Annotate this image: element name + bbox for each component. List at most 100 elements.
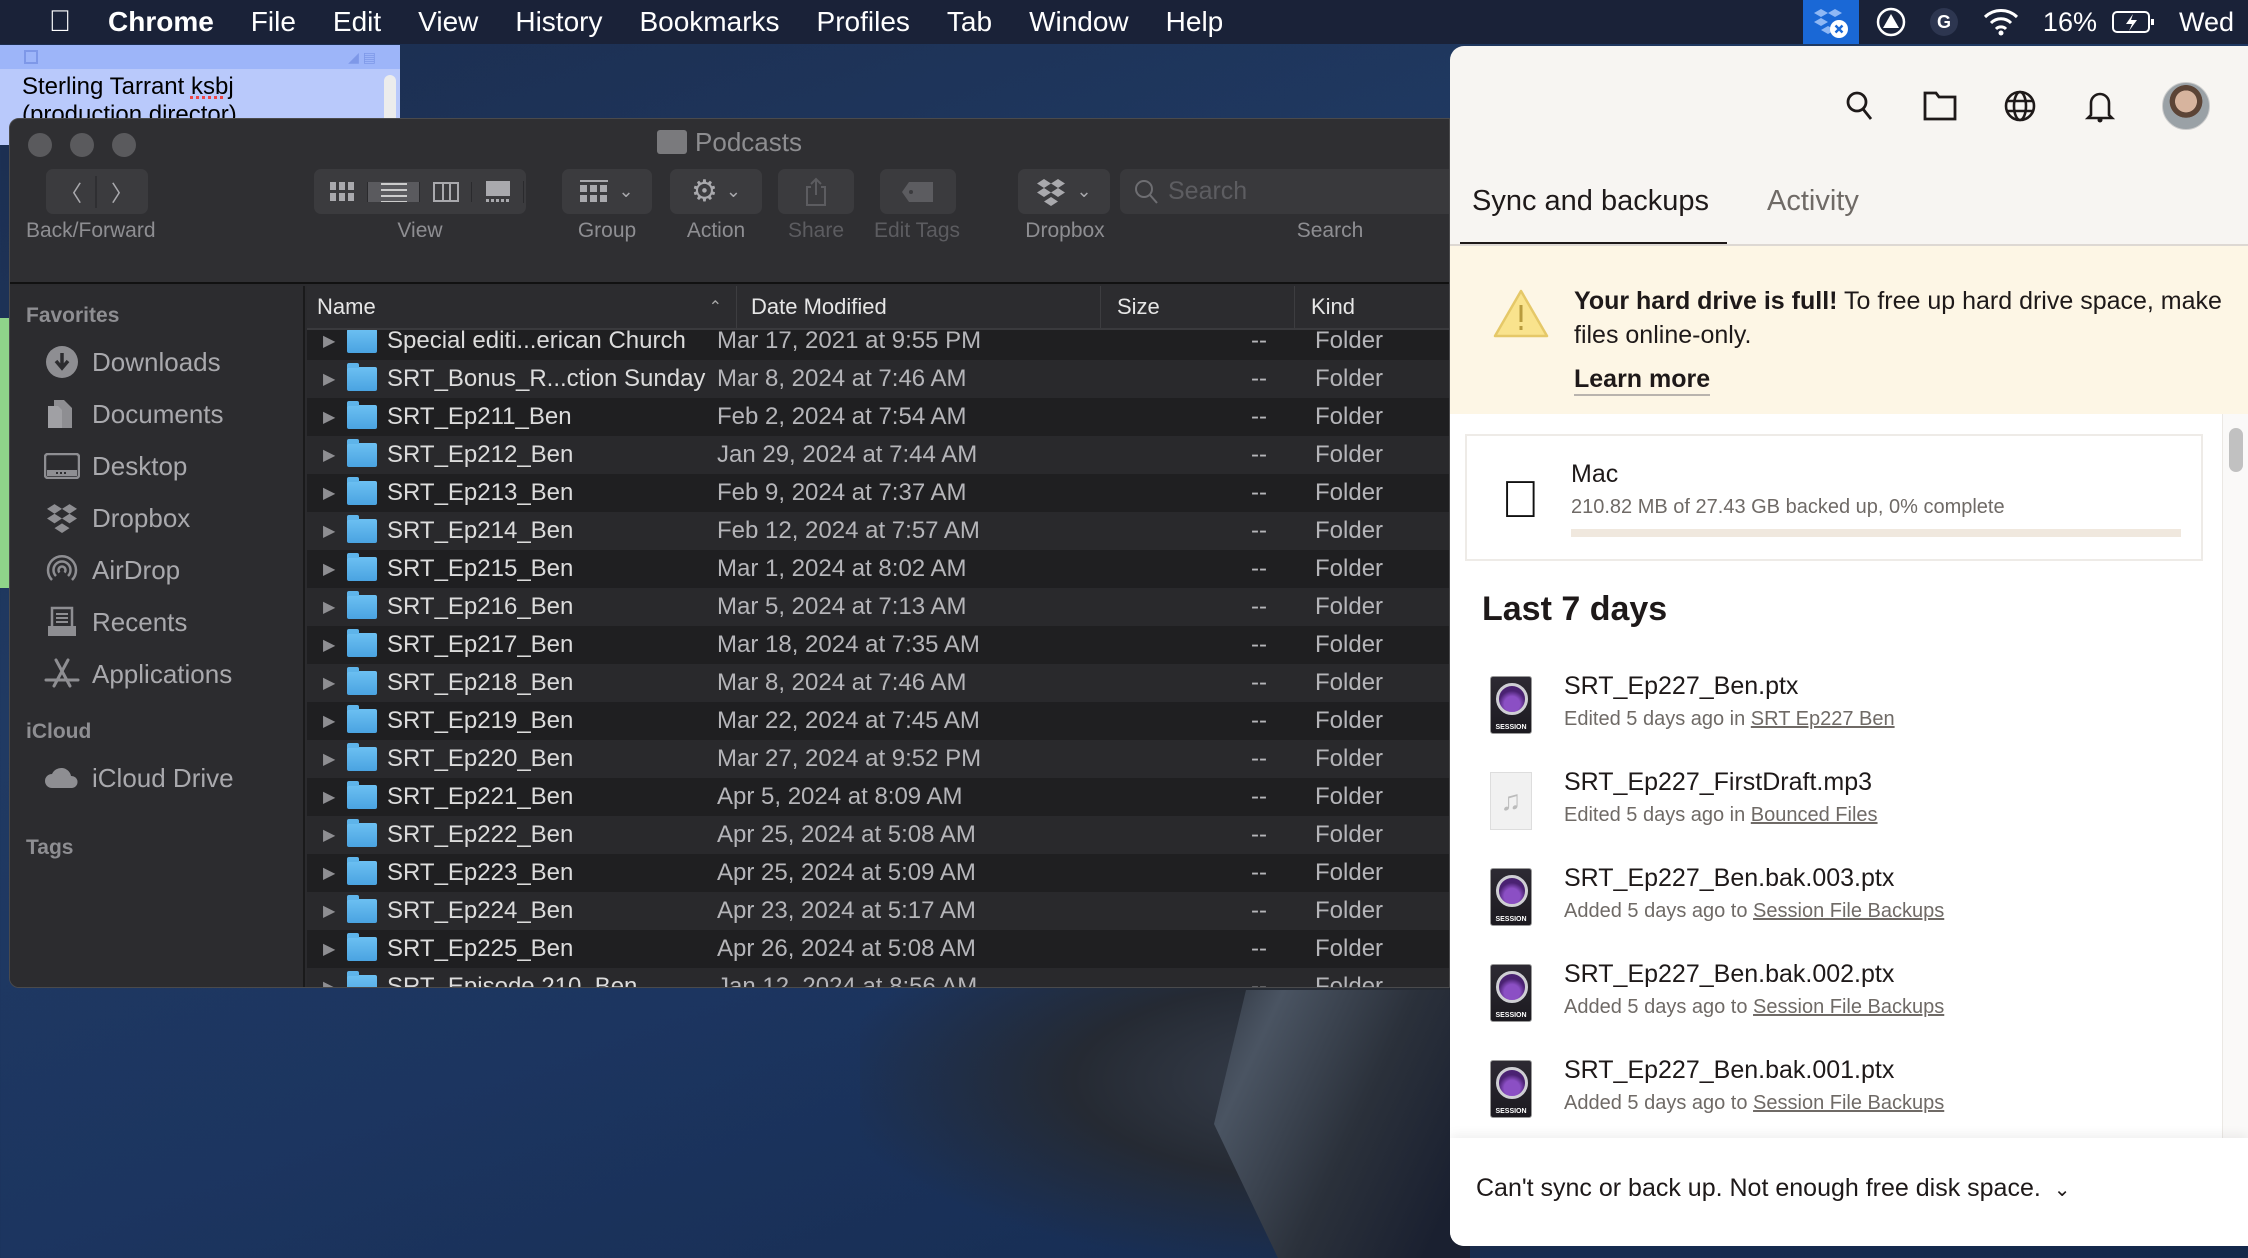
menu-bookmarks[interactable]: Bookmarks bbox=[639, 6, 779, 38]
action-button[interactable]: ⚙ ⌄ bbox=[670, 169, 762, 214]
activity-folder-link[interactable]: SRT Ep227 Ben bbox=[1751, 708, 1895, 730]
g-hub-icon[interactable]: G bbox=[1929, 7, 1959, 37]
disclosure-triangle-icon[interactable]: ▶ bbox=[307, 483, 347, 503]
file-row[interactable]: ▶ SRT_Ep211_Ben Feb 2, 2024 at 7:54 AM -- Fo… bbox=[307, 398, 1449, 436]
sidebar-item-dropbox[interactable]: Dropbox bbox=[10, 492, 303, 544]
activity-folder-link[interactable]: Session File Backups bbox=[1753, 1092, 1944, 1114]
menu-chrome[interactable]: Chrome bbox=[108, 6, 214, 38]
file-row[interactable]: ▶ SRT_Ep218_Ben Mar 8, 2024 at 7:46 AM -- Fo… bbox=[307, 664, 1449, 702]
file-row[interactable]: ▶ SRT_Ep217_Ben Mar 18, 2024 at 7:35 AM -- F… bbox=[307, 626, 1449, 664]
battery-charging-icon[interactable] bbox=[2111, 9, 2157, 35]
list-view-button[interactable] bbox=[368, 181, 420, 202]
file-row[interactable]: ▶ SRT_Bonus_R...ction Sunday Mar 8, 2024 a… bbox=[307, 360, 1449, 398]
disclosure-triangle-icon[interactable]: ▶ bbox=[307, 825, 347, 845]
activity-item[interactable]: SESSION SRT_Ep227_Ben.ptx Edited 5 days ag… bbox=[1450, 668, 2190, 748]
file-row[interactable]: ▶ SRT_Ep213_Ben Feb 9, 2024 at 7:37 AM -- Fo… bbox=[307, 474, 1449, 512]
disclosure-triangle-icon[interactable]: ▶ bbox=[307, 635, 347, 655]
activity-item[interactable]: ♫ SRT_Ep227_FirstDraft.mp3 Edited 5 days a… bbox=[1450, 764, 2190, 844]
activity-folder-link[interactable]: Session File Backups bbox=[1753, 996, 1944, 1018]
sticky-collapse-icon[interactable]: ◢ ▤ bbox=[348, 49, 376, 66]
disclosure-triangle-icon[interactable]: ▶ bbox=[307, 939, 347, 959]
disclosure-triangle-icon[interactable]: ▶ bbox=[307, 407, 347, 427]
sidebar-item-desktop[interactable]: Desktop bbox=[10, 440, 303, 492]
globe-icon[interactable] bbox=[2002, 88, 2038, 124]
activity-item[interactable]: SESSION SRT_Ep227_Ben.bak.002.ptx Added 5 … bbox=[1450, 956, 2190, 1036]
file-row[interactable]: ▶ SRT_Ep221_Ben Apr 5, 2024 at 8:09 AM -- Fo… bbox=[307, 778, 1449, 816]
panel-scrollbar[interactable] bbox=[2222, 414, 2248, 1138]
apple-logo-icon[interactable]:  bbox=[40, 5, 80, 39]
sidebar-item-airdrop[interactable]: AirDrop bbox=[10, 544, 303, 596]
back-button[interactable]: 〈 bbox=[47, 175, 97, 208]
disclosure-triangle-icon[interactable]: ▶ bbox=[307, 863, 347, 883]
folder-icon[interactable] bbox=[1922, 88, 1958, 124]
search-field[interactable] bbox=[1120, 169, 1449, 214]
file-row[interactable]: ▶ SRT_Ep214_Ben Feb 12, 2024 at 7:57 AM -- F… bbox=[307, 512, 1449, 550]
file-row[interactable]: ▶ SRT_Ep219_Ben Mar 22, 2024 at 7:45 AM -- F… bbox=[307, 702, 1449, 740]
dropbox-error-icon[interactable] bbox=[1802, 0, 1859, 44]
disclosure-triangle-icon[interactable]: ▶ bbox=[307, 521, 347, 541]
disclosure-triangle-icon[interactable]: ▶ bbox=[307, 597, 347, 617]
disclosure-triangle-icon[interactable]: ▶ bbox=[307, 369, 347, 389]
menu-file[interactable]: File bbox=[251, 6, 296, 38]
share-button[interactable] bbox=[778, 169, 854, 214]
file-row[interactable]: ▶ SRT_Ep216_Ben Mar 5, 2024 at 7:13 AM -- Fo… bbox=[307, 588, 1449, 626]
file-row[interactable]: ▶ SRT_Ep215_Ben Mar 1, 2024 at 8:02 AM -- Fo… bbox=[307, 550, 1449, 588]
sidebar-item-recents[interactable]: Recents bbox=[10, 596, 303, 648]
learn-more-link[interactable]: Learn more bbox=[1574, 364, 1711, 396]
disclosure-triangle-icon[interactable]: ▶ bbox=[307, 901, 347, 921]
google-drive-icon[interactable] bbox=[1875, 6, 1907, 38]
disclosure-triangle-icon[interactable]: ▶ bbox=[307, 711, 347, 731]
gallery-view-button[interactable] bbox=[472, 180, 524, 203]
disclosure-triangle-icon[interactable]: ▶ bbox=[307, 331, 347, 351]
disclosure-triangle-icon[interactable]: ▶ bbox=[307, 559, 347, 579]
menu-tab[interactable]: Tab bbox=[947, 6, 992, 38]
column-view-button[interactable] bbox=[420, 181, 472, 202]
file-row[interactable]: ▶ SRT_Ep212_Ben Jan 29, 2024 at 7:44 AM -- F… bbox=[307, 436, 1449, 474]
file-row[interactable]: ▶ SRT_Episode 210_Ben Jan 12, 2024 at 8:56… bbox=[307, 968, 1449, 987]
activity-folder-link[interactable]: Bounced Files bbox=[1751, 804, 1878, 826]
chevron-down-icon[interactable]: ⌄ bbox=[2054, 1179, 2071, 1201]
column-kind[interactable]: Kind bbox=[1295, 286, 1449, 328]
column-name[interactable]: Name ⌃ bbox=[307, 286, 737, 328]
file-row[interactable]: ▶ SRT_Ep222_Ben Apr 25, 2024 at 5:08 AM -- F… bbox=[307, 816, 1449, 854]
disclosure-triangle-icon[interactable]: ▶ bbox=[307, 749, 347, 769]
activity-item[interactable]: SESSION SRT_Ep227_Ben.bak.001.ptx Added 5 … bbox=[1450, 1052, 2190, 1132]
file-row[interactable]: ▶ SRT_Ep224_Ben Apr 23, 2024 at 5:17 AM -- F… bbox=[307, 892, 1449, 930]
menu-history[interactable]: History bbox=[515, 6, 602, 38]
edit-tags-button[interactable] bbox=[880, 169, 956, 214]
scrollbar-thumb[interactable] bbox=[2229, 428, 2243, 472]
sticky-close-icon[interactable] bbox=[24, 50, 38, 64]
menu-window[interactable]: Window bbox=[1029, 6, 1129, 38]
icon-view-button[interactable] bbox=[316, 181, 368, 202]
activity-folder-link[interactable]: Session File Backups bbox=[1753, 900, 1944, 922]
forward-button[interactable]: 〉 bbox=[97, 176, 147, 208]
menu-view[interactable]: View bbox=[418, 6, 478, 38]
search-icon[interactable] bbox=[1842, 88, 1878, 124]
tab-sync-and-backups[interactable]: Sync and backups bbox=[1460, 176, 1727, 246]
disclosure-triangle-icon[interactable]: ▶ bbox=[307, 977, 347, 987]
column-date-modified[interactable]: Date Modified bbox=[737, 286, 1101, 328]
file-row[interactable]: ▶ SRT_Ep220_Ben Mar 27, 2024 at 9:52 PM -- F… bbox=[307, 740, 1449, 778]
column-size[interactable]: Size bbox=[1101, 286, 1295, 328]
clock[interactable]: Wed bbox=[2179, 7, 2234, 38]
search-input[interactable] bbox=[1168, 177, 1448, 206]
sync-error-footer[interactable]: Can't sync or back up. Not enough free d… bbox=[1450, 1138, 2248, 1246]
disclosure-triangle-icon[interactable]: ▶ bbox=[307, 445, 347, 465]
menu-edit[interactable]: Edit bbox=[333, 6, 381, 38]
disclosure-triangle-icon[interactable]: ▶ bbox=[307, 787, 347, 807]
avatar[interactable] bbox=[2162, 82, 2210, 130]
menu-help[interactable]: Help bbox=[1166, 6, 1224, 38]
wifi-icon[interactable] bbox=[1981, 7, 2021, 37]
dropbox-toolbar-button[interactable]: ⌄ bbox=[1018, 169, 1110, 214]
backup-card[interactable]:  Mac 210.82 MB of 27.43 GB backed up, 0… bbox=[1465, 434, 2203, 561]
sidebar-item-downloads[interactable]: Downloads bbox=[10, 336, 303, 388]
disclosure-triangle-icon[interactable]: ▶ bbox=[307, 673, 347, 693]
sidebar-item-documents[interactable]: Documents bbox=[10, 388, 303, 440]
tab-activity[interactable]: Activity bbox=[1745, 176, 1875, 246]
sticky-note-titlebar[interactable]: ◢ ▤ bbox=[0, 45, 400, 69]
activity-item[interactable]: SESSION SRT_Ep227_Ben.bak.003.ptx Added 5 … bbox=[1450, 860, 2190, 940]
menu-profiles[interactable]: Profiles bbox=[817, 6, 910, 38]
file-row[interactable]: ▶ SRT_Ep225_Ben Apr 26, 2024 at 5:08 AM -- F… bbox=[307, 930, 1449, 968]
group-button[interactable]: ⌄ bbox=[562, 169, 652, 214]
sidebar-item-applications[interactable]: Applications bbox=[10, 648, 303, 700]
